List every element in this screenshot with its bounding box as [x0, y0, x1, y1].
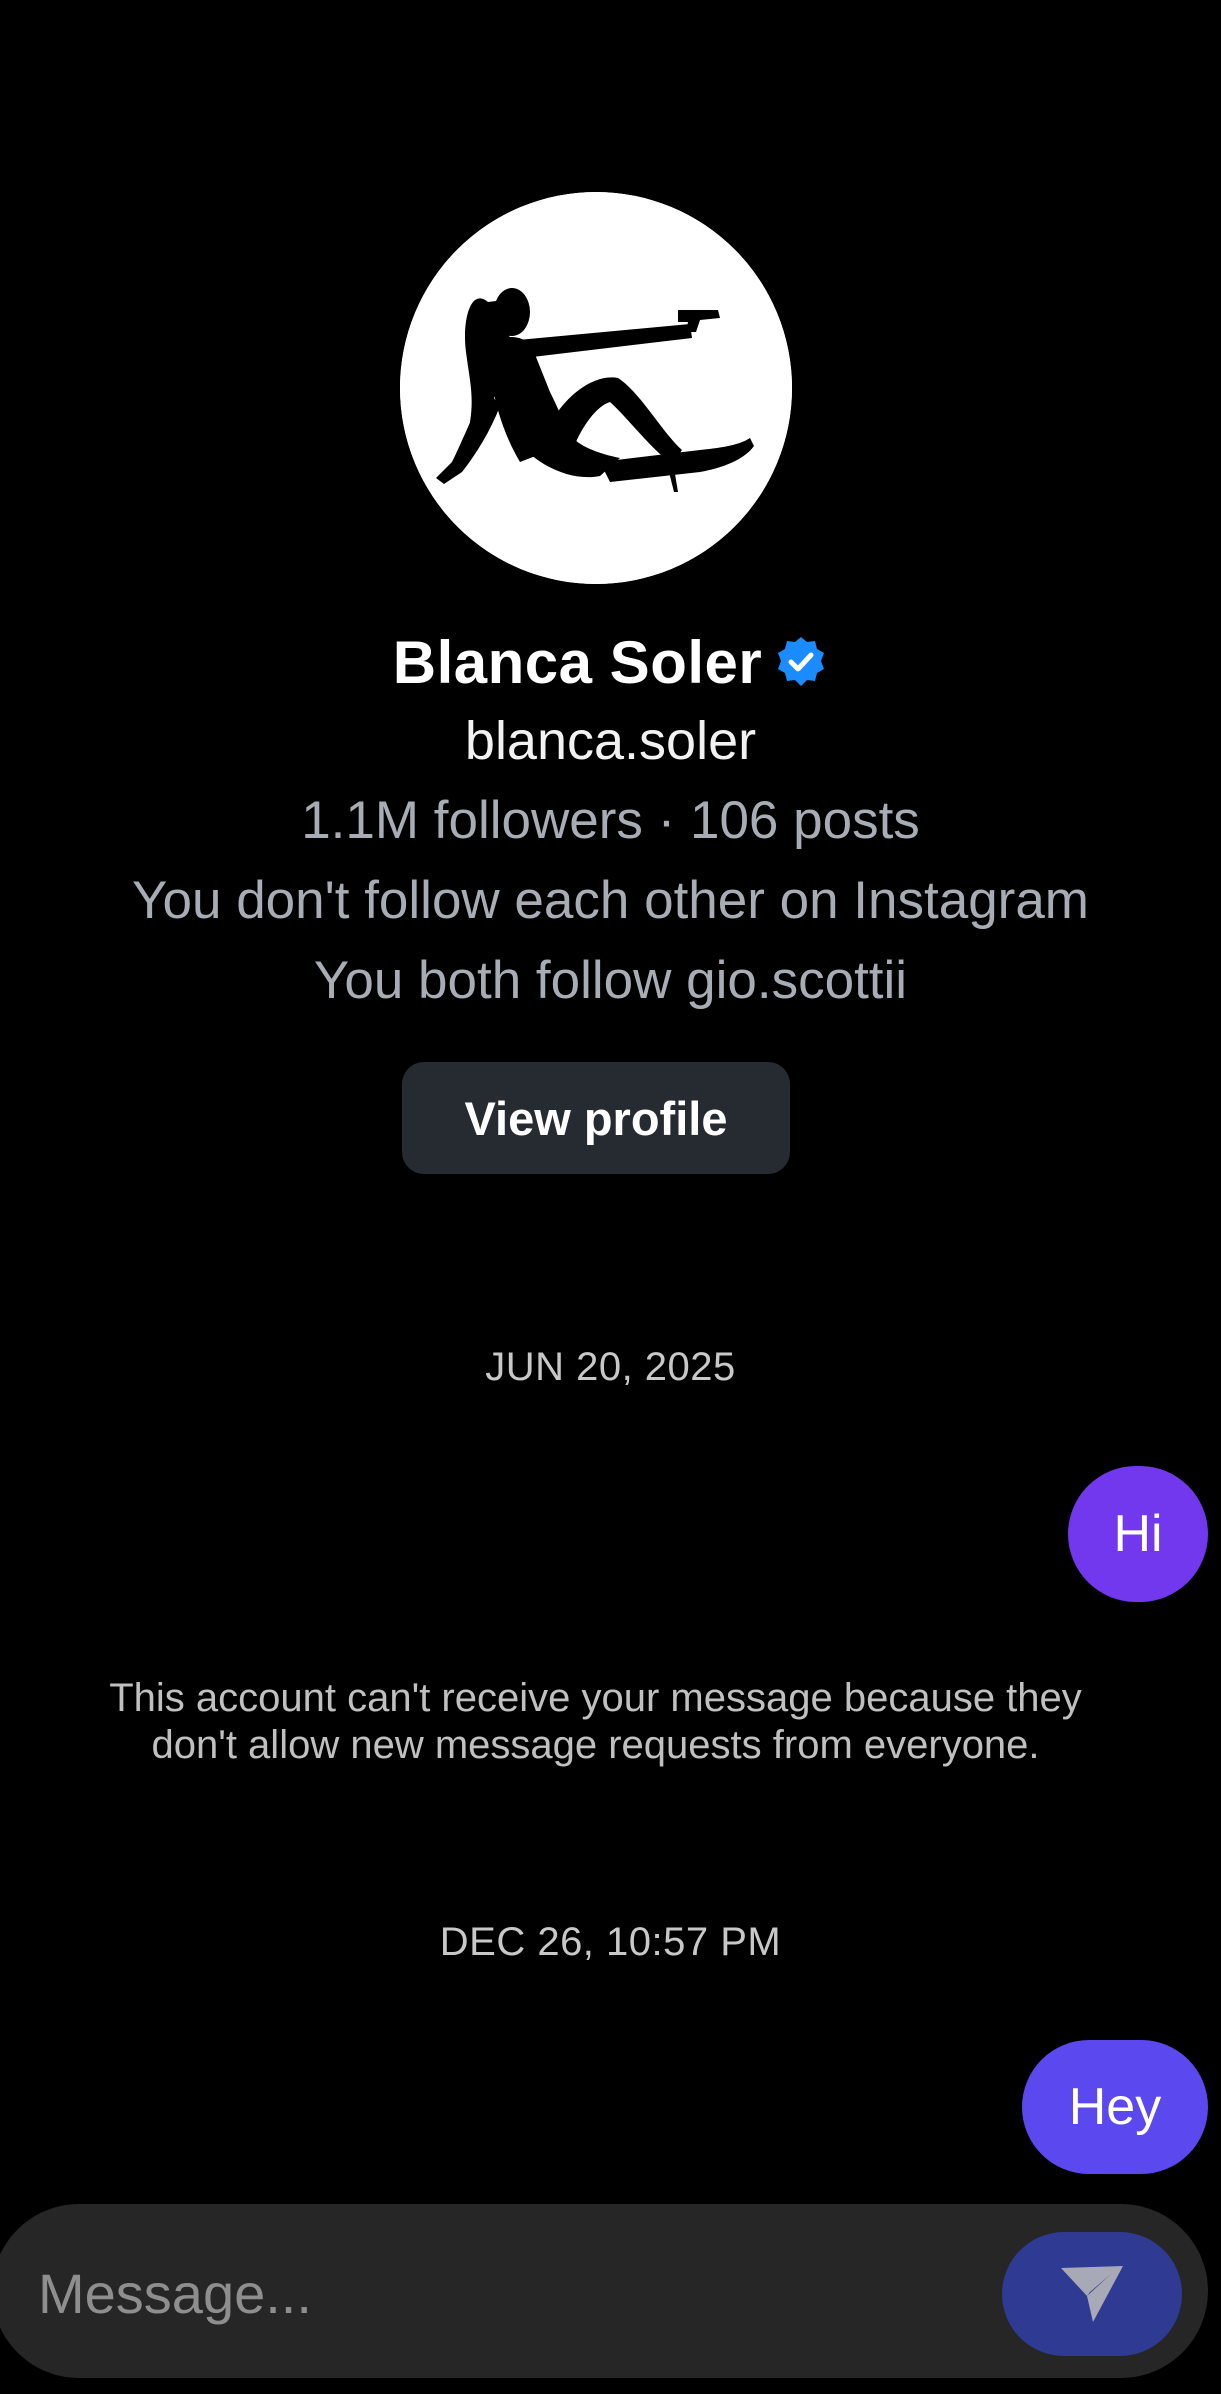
profile-stats: 1.1M followers · 106 posts [301, 791, 920, 850]
view-profile-button[interactable]: View profile [402, 1062, 790, 1174]
send-icon [1061, 2266, 1123, 2322]
profile-avatar[interactable] [400, 192, 792, 584]
silhouette-avatar-icon [400, 192, 792, 584]
sent-message-bubble[interactable]: Hey [1022, 2040, 1208, 2174]
send-button[interactable] [1002, 2232, 1182, 2356]
message-input[interactable] [36, 2252, 960, 2334]
message-text: Hey [1068, 2078, 1162, 2136]
follow-status-text: You don't follow each other on Instagram [132, 871, 1089, 930]
mutual-follow-text: You both follow gio.scottii [313, 951, 908, 1010]
profile-username: blanca.soler [464, 711, 757, 771]
verified-badge-icon [778, 637, 825, 686]
sent-message-bubble[interactable]: Hi [1068, 1466, 1208, 1602]
thread-date-label: JUN 20, 2025 [485, 1345, 736, 1389]
message-text: Hi [1113, 1505, 1163, 1563]
profile-name-row: Blanca Soler [0, 622, 1221, 702]
thread-date-label: DEC 26, 10:57 PM [439, 1920, 782, 1964]
profile-display-name: Blanca Soler [392, 628, 763, 696]
delivery-notice: This account can't receive your message … [109, 1676, 1082, 1767]
